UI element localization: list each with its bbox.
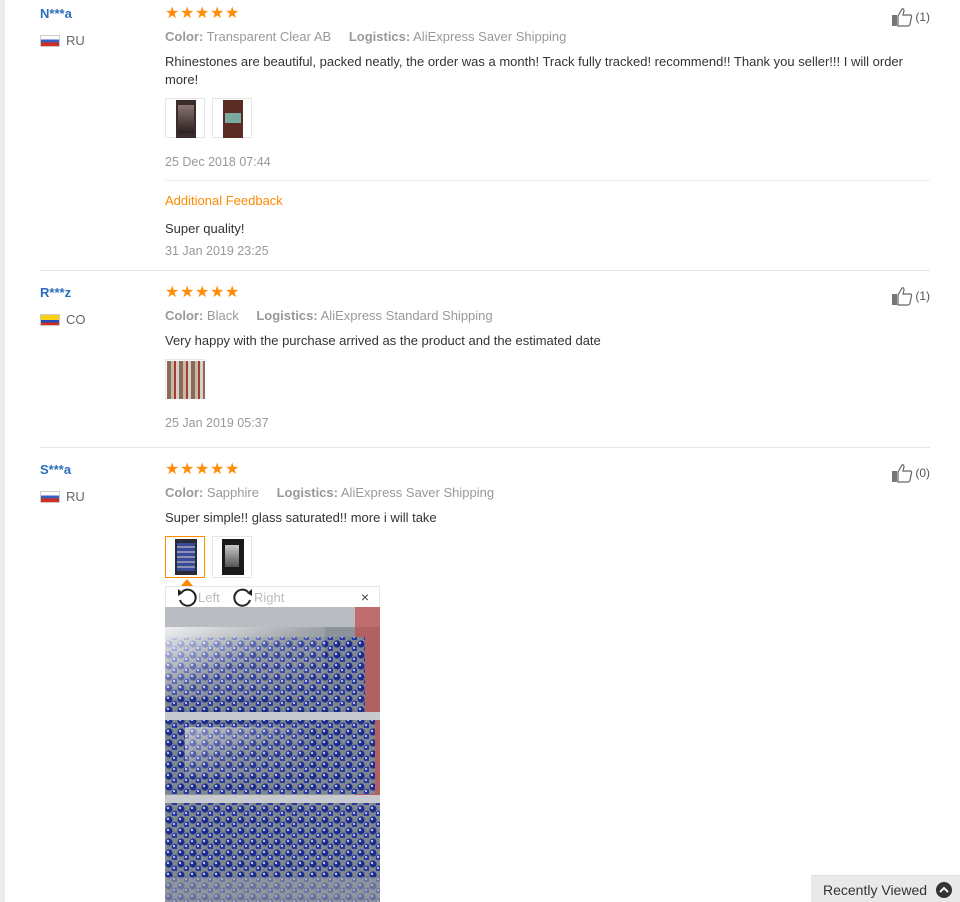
additional-feedback-label: Additional Feedback [165,193,283,208]
review-photo-thumb[interactable] [165,359,205,399]
image-viewer: Left Right × [165,579,380,902]
review-date: 25 Jan 2019 05:37 [165,416,269,430]
helpful-button[interactable]: (1) [891,7,930,27]
review-separator [40,447,930,448]
review-photo-thumb[interactable] [212,536,252,578]
logistics-value: AliExpress Saver Shipping [413,29,567,44]
review-photo-thumb[interactable] [165,98,205,138]
rotate-right-label: Right [254,589,285,605]
review-text: Rhinestones are beautiful, packed neatly… [165,54,903,87]
country-code: RU [66,489,85,504]
order-info: Color: Sapphire Logistics: AliExpress Sa… [165,485,494,500]
helpful-count: (1) [915,10,930,24]
star-icon: ★ [210,461,225,478]
star-icon: ★ [195,284,210,301]
recently-viewed-label: Recently Viewed [823,882,928,898]
reviewer-country: RU [40,33,85,48]
star-icon: ★ [165,461,180,478]
star-icon: ★ [195,5,210,22]
rotate-left-button[interactable]: Left [176,587,220,607]
helpful-count: (0) [915,466,930,480]
logistics-label: Logistics: [276,485,338,500]
review-text: Very happy with the purchase arrived as … [165,333,601,348]
reviewer-name[interactable]: S***a [40,462,71,477]
reviewer-name[interactable]: R***z [40,285,71,300]
recently-viewed-toggle[interactable]: Recently Viewed [811,875,960,902]
close-icon[interactable]: × [361,589,369,605]
rotate-left-label: Left [198,589,220,605]
additional-feedback-date: 31 Jan 2019 23:25 [165,244,269,258]
review-photo-thumb[interactable] [212,98,252,138]
reviewer-country: RU [40,489,85,504]
rotate-right-icon [233,588,252,607]
logistics-value: AliExpress Standard Shipping [320,308,493,323]
review-photo-thumb-selected[interactable] [165,536,205,578]
rotate-right-button[interactable]: Right [232,587,284,607]
color-value: Transparent Clear AB [206,29,332,44]
reviewer-country: CO [40,312,86,327]
reviewer-name[interactable]: N***a [40,6,72,21]
helpful-count: (1) [915,289,930,303]
star-rating: ★ ★ ★ ★ ★ [165,461,240,478]
viewer-toolbar: Left Right × [165,586,380,608]
review-separator [40,270,930,271]
star-rating: ★ ★ ★ ★ ★ [165,284,240,301]
color-label: Color: [165,308,204,323]
country-code: CO [66,312,86,327]
helpful-button[interactable]: (0) [891,463,930,483]
color-value: Sapphire [206,485,259,500]
star-icon: ★ [210,284,225,301]
star-icon: ★ [210,5,225,22]
divider [165,180,930,181]
review-photo-enlarged [165,607,380,902]
star-icon: ★ [195,461,210,478]
star-icon: ★ [225,461,240,478]
color-value: Black [206,308,239,323]
rhinestones-photo [165,607,380,902]
viewer-pointer [181,579,193,586]
star-icon: ★ [165,284,180,301]
page-left-border [0,0,5,902]
order-info: Color: Transparent Clear AB Logistics: A… [165,29,566,44]
additional-feedback-text: Super quality! [165,221,245,236]
rotate-left-icon [178,588,197,607]
order-info: Color: Black Logistics: AliExpress Stand… [165,308,493,323]
thumbs-up-icon [892,464,913,483]
thumbs-up-icon [892,8,913,27]
logistics-label: Logistics: [256,308,318,323]
color-label: Color: [165,485,204,500]
thumbs-up-icon [892,287,913,306]
chevron-up-icon [936,882,952,898]
star-icon: ★ [180,284,195,301]
review-date: 25 Dec 2018 07:44 [165,155,271,169]
flag-co-icon [40,313,60,326]
helpful-button[interactable]: (1) [891,286,930,306]
flag-ru-icon [40,490,60,503]
color-label: Color: [165,29,204,44]
review-text: Super simple!! glass saturated!! more i … [165,510,437,525]
logistics-value: AliExpress Saver Shipping [340,485,495,500]
flag-ru-icon [40,34,60,47]
star-icon: ★ [165,5,180,22]
logistics-label: Logistics: [348,29,411,44]
star-icon: ★ [180,5,195,22]
star-icon: ★ [180,461,195,478]
country-code: RU [66,33,85,48]
star-icon: ★ [225,284,240,301]
star-icon: ★ [225,5,240,22]
star-rating: ★ ★ ★ ★ ★ [165,5,240,22]
